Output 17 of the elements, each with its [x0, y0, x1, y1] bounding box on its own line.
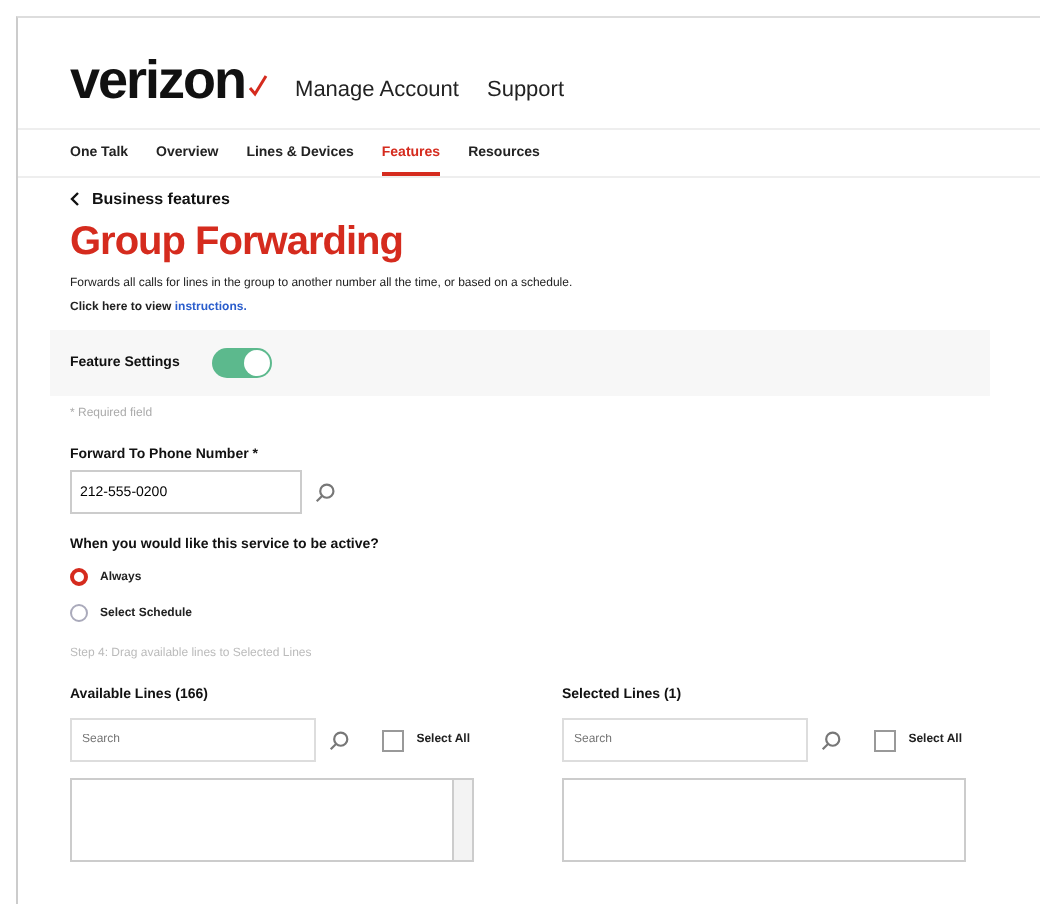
nav-link[interactable]: Manage Account	[295, 78, 459, 108]
radio-button[interactable]	[70, 568, 88, 586]
search-icon[interactable]	[820, 729, 843, 751]
search-icon[interactable]	[328, 729, 351, 751]
back-link[interactable]: Business features	[92, 190, 230, 208]
verizon-logo[interactable]: verizon	[70, 54, 268, 108]
page-title: Group Forwarding	[70, 220, 403, 266]
checkbox[interactable]	[874, 729, 897, 751]
search-icon[interactable]	[314, 481, 336, 503]
chevron-left-icon[interactable]	[70, 192, 80, 206]
checkbox[interactable]	[382, 729, 405, 751]
scrollbar[interactable]	[452, 780, 472, 860]
line-list[interactable]	[562, 778, 966, 862]
radio-button[interactable]	[70, 604, 88, 622]
line-list[interactable]	[70, 778, 474, 862]
toggle-switch[interactable]	[211, 348, 272, 378]
nav-link[interactable]: Support	[486, 78, 565, 108]
